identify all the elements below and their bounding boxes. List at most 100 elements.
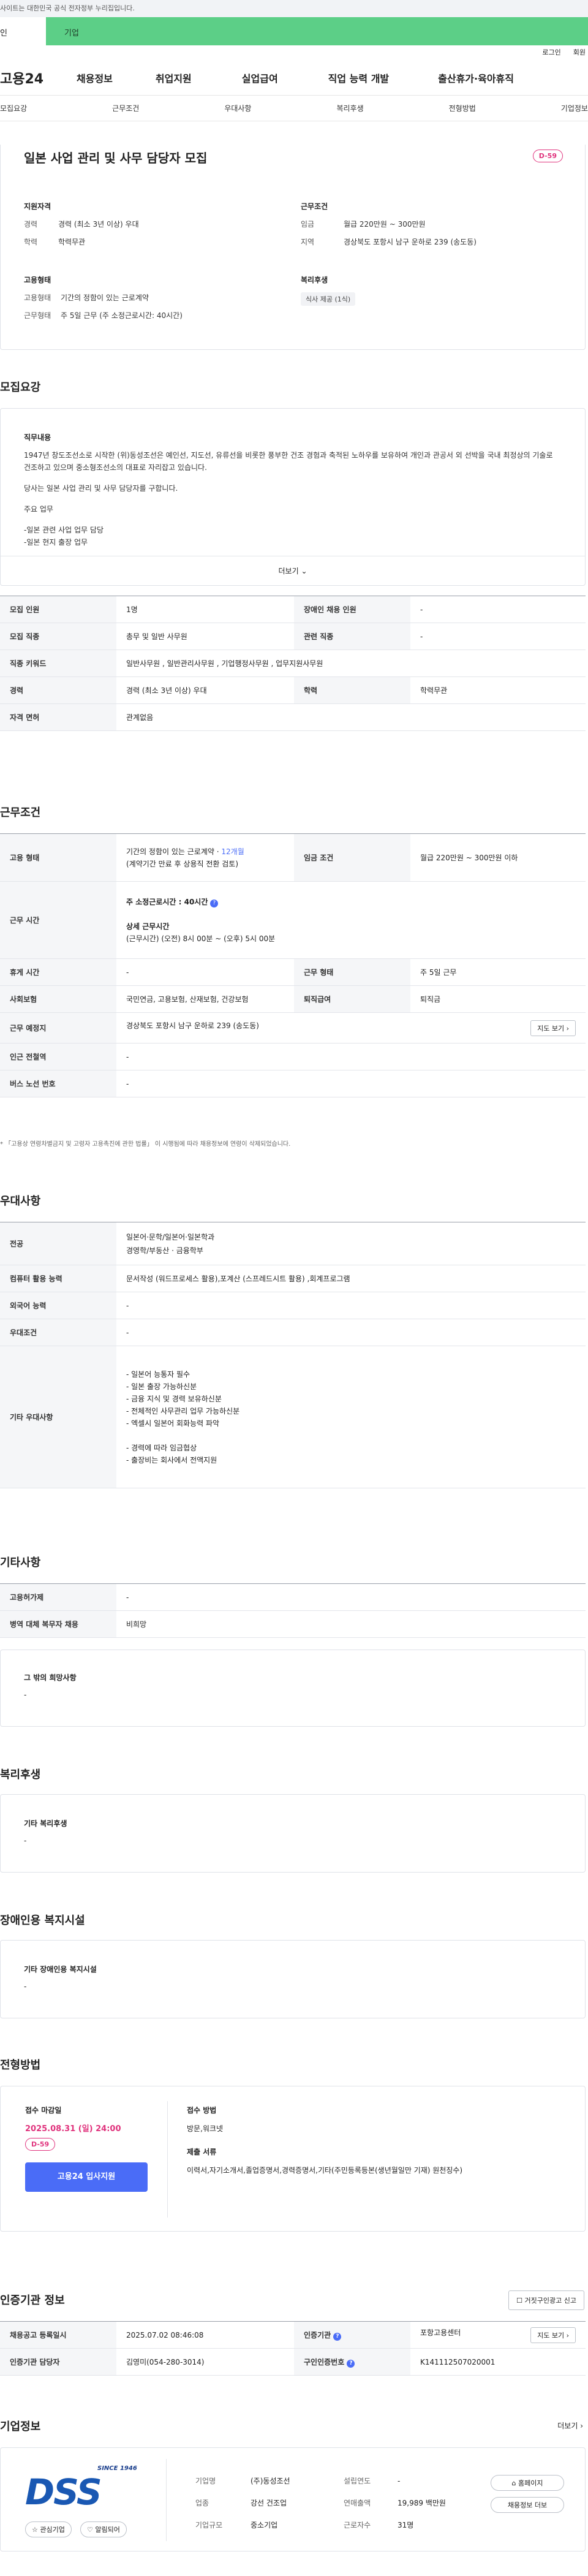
duty-more-label: 더보기 bbox=[278, 567, 299, 575]
process-divider bbox=[167, 2101, 168, 2218]
job-title: 일본 사업 관리 및 사무 담당자 모집 bbox=[24, 151, 208, 165]
deadline-date: 2025.08.31 (일) 24:00 bbox=[25, 2124, 121, 2134]
cell-value: 경상북도 포항시 남구 운하로 239 (송도동) 지도 보기 › bbox=[116, 1012, 586, 1044]
detail-hours-heading: 상세 근무시간 bbox=[126, 922, 170, 931]
tab-business[interactable]: 기업 bbox=[46, 17, 588, 45]
company-vals-col1: (주)동성조선 강선 건조업 중소기업 bbox=[251, 2470, 290, 2536]
login-link[interactable]: 로그인 bbox=[542, 45, 560, 60]
welfare-heading: 복리후생 bbox=[301, 276, 328, 284]
chevron-right-icon: › bbox=[566, 2331, 569, 2339]
cell-value: 관계없음 bbox=[116, 703, 586, 731]
info-icon[interactable]: ? bbox=[347, 2359, 355, 2368]
duty-more-button[interactable]: 더보기 ⌄ bbox=[1, 556, 585, 585]
cell-value: 일반사무원 , 일반관리사무원 , 기업행정사무원 , 업무지원사무원 bbox=[116, 650, 586, 677]
join-link[interactable]: 회원 bbox=[573, 45, 586, 60]
major-item: 일본어·문학/일본어·일본학과 bbox=[126, 1232, 215, 1241]
cell-key: 학력 bbox=[294, 676, 410, 704]
map-button[interactable]: 지도 보기 › bbox=[530, 1020, 576, 1036]
cell-key: 근무 시간 bbox=[0, 881, 116, 959]
subnav-company[interactable]: 기업정보 bbox=[561, 103, 588, 113]
cond-heading: 근무조건 bbox=[301, 202, 328, 211]
subnav-conditions[interactable]: 근무조건 bbox=[112, 103, 139, 113]
cell-value: 기간의 정함이 있는 근로계약 · 12개월 (계약기간 만료 후 상용직 전환 … bbox=[116, 833, 294, 882]
cell-value: 주 소정근로시간 : 40시간 ? 상세 근무시간 (근무시간) (오전) 8시 0… bbox=[116, 881, 586, 959]
company-key: 연매출액 bbox=[344, 2499, 371, 2507]
cell-value: 포항고용센터 지도 보기 › bbox=[410, 2321, 586, 2349]
pref-item: - 금융 지식 및 경력 보유하신분 bbox=[126, 1394, 222, 1403]
work-table: 고용 형태 기간의 정함이 있는 근로계약 · 12개월 (계약기간 만료 후 상… bbox=[0, 833, 586, 1097]
company-key: 기업규모 bbox=[195, 2521, 223, 2529]
company-value: 19,989 백만원 bbox=[398, 2499, 446, 2507]
disabled-section-title: 장애인용 복지시설 bbox=[0, 1914, 85, 1927]
company-value: 중소기업 bbox=[251, 2521, 278, 2529]
work-place: 경상북도 포항시 남구 운하로 239 (송도동) bbox=[126, 1021, 259, 1030]
cell-key: 채용공고 등록일시 bbox=[0, 2321, 116, 2349]
method-value: 방문,워크넷 bbox=[187, 2124, 224, 2133]
cell-key: 버스 노선 번호 bbox=[0, 1070, 116, 1097]
company-keys-col2: 설립연도 연매출액 근로자수 bbox=[344, 2470, 371, 2536]
company-keys-col1: 기업명 업종 기업규모 bbox=[195, 2470, 222, 2536]
tab-personal[interactable]: 인 bbox=[0, 17, 46, 45]
docs-value: 이력서,자기소개서,졸업증명서,경력증명서,기타(주민등록등본(생년월일만 기재… bbox=[187, 2166, 463, 2175]
welfare-card: 기타 복리후생 - bbox=[0, 1794, 586, 1873]
cell-key: 모집 직종 bbox=[0, 623, 116, 650]
cell-key: 컴퓨터 활용 능력 bbox=[0, 1265, 116, 1292]
company-value: (주)동성조선 bbox=[251, 2477, 290, 2485]
apply-button[interactable]: 고용24 입사지원 bbox=[25, 2162, 148, 2192]
gnb-item-support[interactable]: 취업지원 bbox=[156, 70, 192, 85]
gov-notice-bar: 사이트는 대한민국 공식 전자정부 누리집입니다. bbox=[0, 0, 588, 17]
cell-value: 학력무관 bbox=[410, 676, 586, 704]
cell-value: - bbox=[116, 1043, 586, 1070]
company-more-link[interactable]: 더보기 › bbox=[557, 2420, 583, 2431]
pref-item: - 일본 출장 가능하신분 bbox=[126, 1382, 197, 1391]
qual-value: 경력 (최소 3년 이상) 우대 bbox=[58, 220, 139, 229]
emp-key: 근무형태 bbox=[24, 311, 51, 320]
gnb-item-training[interactable]: 직업 능력 개발 bbox=[328, 70, 389, 85]
alarm-button[interactable]: ♡ 알림되어 bbox=[80, 2521, 127, 2537]
disabled-box-title: 기타 장애인용 복지시설 bbox=[24, 1965, 97, 1974]
info-icon[interactable]: ? bbox=[333, 2332, 342, 2341]
pref-spacer bbox=[126, 1430, 576, 1442]
info-icon[interactable]: ? bbox=[210, 899, 219, 907]
cell-key: 자격 면허 bbox=[0, 703, 116, 731]
agency-map-label: 지도 보기 bbox=[537, 2331, 565, 2339]
cell-value: - bbox=[116, 958, 294, 986]
cell-key: 휴게 시간 bbox=[0, 958, 116, 986]
company-jobs-button[interactable]: 채용정보 더보 bbox=[491, 2497, 564, 2513]
cell-key: 고용허가제 bbox=[0, 1583, 116, 1611]
gnb-item-leave[interactable]: 출산휴가·육아휴직 bbox=[438, 70, 514, 85]
qual-block: 지원자격 경력 경력 (최소 3년 이상) 우대 학력 학력무관 bbox=[24, 201, 139, 254]
age-notice: * 「고용상 연령차별금지 및 고령자 고용촉진에 관한 법률」 이 시행됨에 … bbox=[0, 1141, 291, 1148]
agency-map-button[interactable]: 지도 보기 › bbox=[530, 2327, 576, 2343]
duty-paragraph: -일본 현지 출장 업무 bbox=[24, 538, 88, 547]
weekly-hours: 주 소정근로시간 : 40시간 bbox=[126, 897, 208, 906]
section-nav: 모집요강 근무조건 우대사항 복리후생 전형방법 기업정보 bbox=[0, 96, 588, 121]
gnb-item-jobs[interactable]: 채용정보 bbox=[77, 70, 113, 85]
subnav-process[interactable]: 전형방법 bbox=[449, 103, 476, 113]
favorite-company-button[interactable]: ☆ 관심기업 bbox=[25, 2521, 72, 2537]
detail-hours: (근무시간) (오전) 8시 00분 ~ (오후) 5시 00분 bbox=[126, 934, 276, 943]
report-icon: ☐ bbox=[516, 2297, 523, 2305]
job-summary-card: 일본 사업 관리 및 사무 담당자 모집 D-59 지원자격 경력 경력 (최소 … bbox=[0, 145, 586, 350]
company-jobs-label: 채용정보 더보 bbox=[507, 2501, 548, 2509]
report-button[interactable]: ☐ 거짓구인광고 신고 bbox=[508, 2290, 584, 2310]
cell-value: - bbox=[116, 1292, 586, 1319]
subnav-preference[interactable]: 우대사항 bbox=[224, 103, 251, 113]
cell-value: - bbox=[116, 1583, 586, 1611]
duty-paragraph: 주요 업무 bbox=[24, 505, 53, 513]
company-value: - bbox=[398, 2477, 401, 2485]
emp-key: 고용형태 bbox=[24, 294, 51, 302]
pref-item: - 일본어 능통자 필수 bbox=[126, 1369, 190, 1379]
pref-item: - 엑셀시 일본어 회화능력 파악 bbox=[126, 1419, 220, 1428]
company-card: SINCE 1946 DSS ☆ 관심기업 ♡ 알림되어 기업명 업종 기업규모… bbox=[0, 2447, 586, 2551]
cell-key: 인증기관 ? bbox=[294, 2321, 410, 2349]
pref-section-title: 우대사항 bbox=[0, 1195, 41, 1208]
site-logo[interactable]: 고용24 bbox=[0, 68, 77, 88]
company-logo: SINCE 1946 DSS bbox=[25, 2465, 141, 2514]
homepage-button[interactable]: ⌂ 홈페이지 bbox=[491, 2475, 564, 2491]
subnav-recruit[interactable]: 모집요강 bbox=[0, 103, 27, 113]
chevron-right-icon: › bbox=[580, 2422, 583, 2430]
subnav-welfare[interactable]: 복리후생 bbox=[336, 103, 363, 113]
gnb-item-benefit[interactable]: 실업급여 bbox=[242, 70, 278, 85]
cell-key: 고용 형태 bbox=[0, 833, 116, 882]
